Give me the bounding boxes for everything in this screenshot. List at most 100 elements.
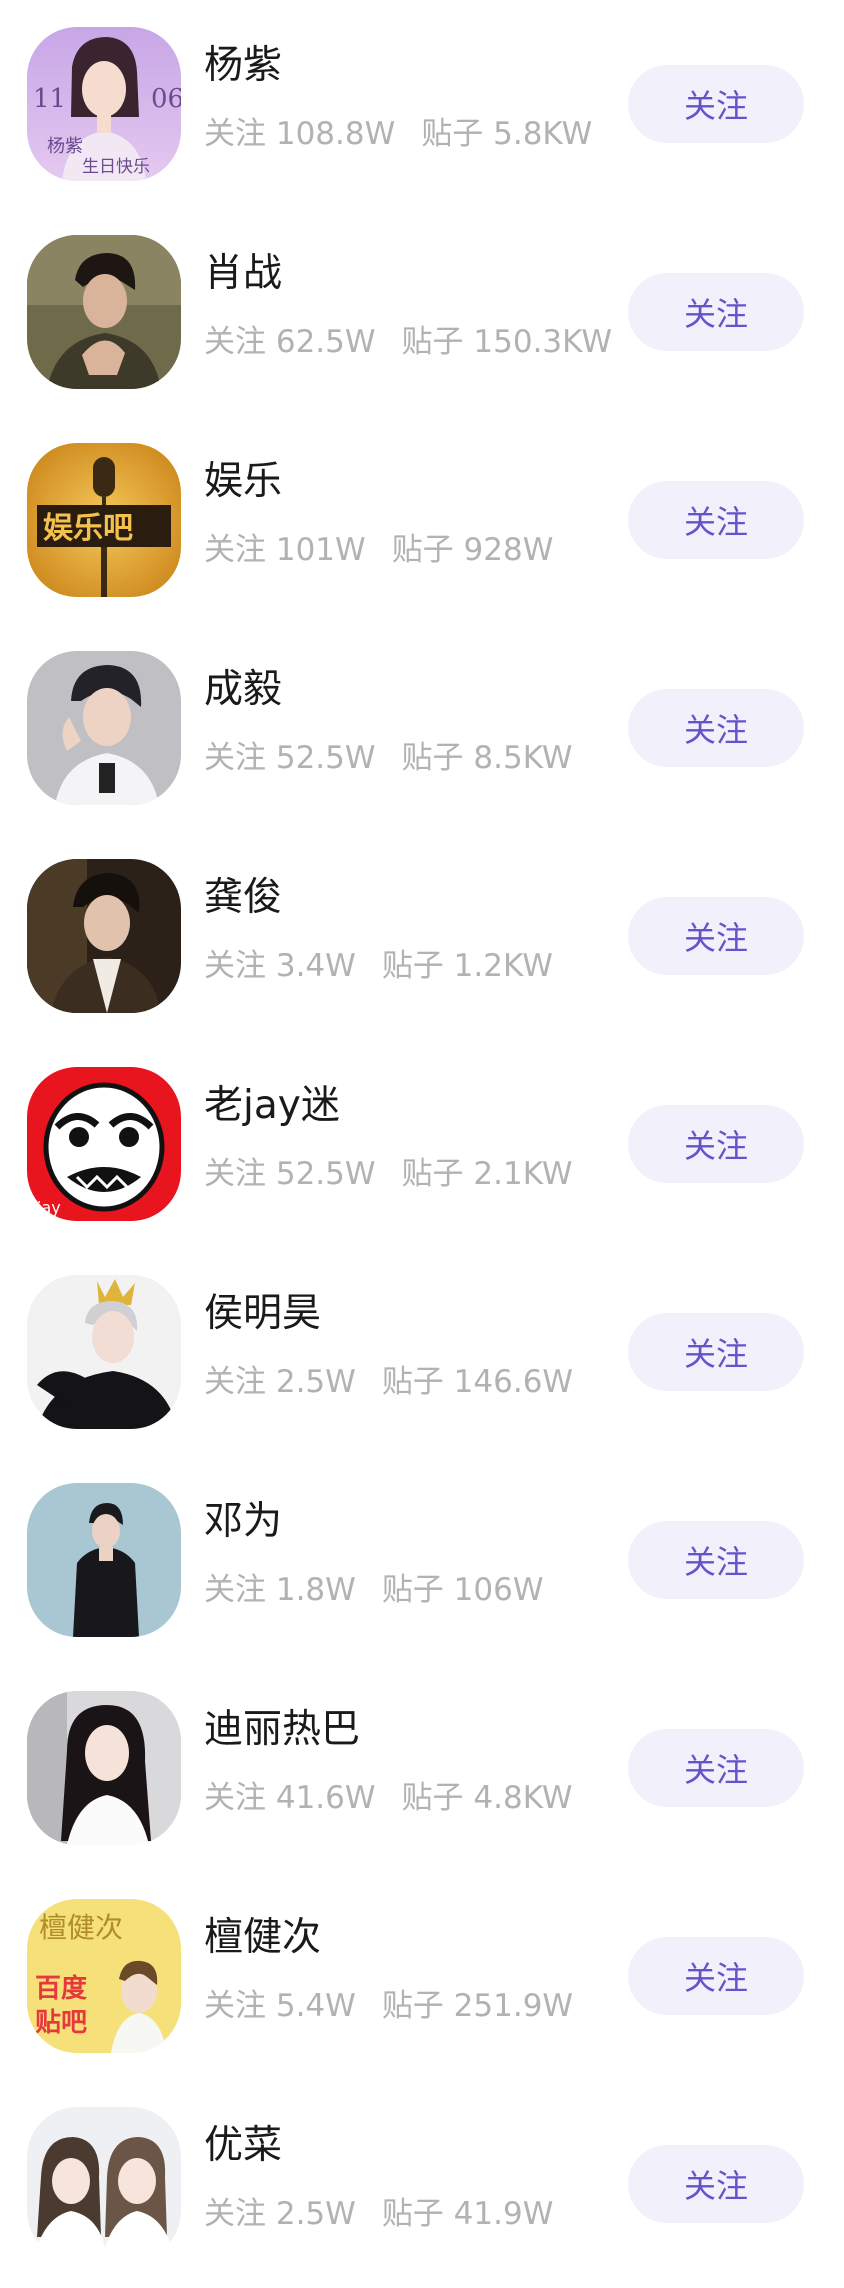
followers-count: 52.5W: [275, 1156, 376, 1192]
forum-list: 11 06 杨紫 生日快乐 杨紫 关注 108.8W 贴子 5.8KW 关注 肖…: [0, 0, 844, 2288]
forum-row[interactable]: jay 老jay迷 关注 52.5W 贴子 2.1KW 关注: [0, 1040, 844, 1248]
posts-label: 贴子: [401, 740, 464, 776]
forum-avatar[interactable]: [27, 859, 181, 1013]
svg-text:杨紫: 杨紫: [47, 136, 83, 157]
forum-row[interactable]: 侯明昊 关注 2.5W 贴子 146.6W 关注: [0, 1248, 844, 1456]
forum-stats: 关注 41.6W 贴子 4.8KW: [204, 1783, 573, 1814]
posts-label: 贴子: [381, 1988, 444, 2024]
forum-stats: 关注 3.4W 贴子 1.2KW: [204, 951, 553, 982]
svg-text:生日快乐: 生日快乐: [82, 157, 150, 177]
forum-avatar[interactable]: 檀健次 百度 贴吧: [27, 1899, 181, 2053]
posts-label: 贴子: [381, 1364, 444, 1400]
posts-count: 106W: [453, 1572, 544, 1608]
forum-avatar[interactable]: [27, 651, 181, 805]
forum-stats: 关注 52.5W 贴子 8.5KW: [204, 743, 573, 774]
forum-name[interactable]: 杨紫: [204, 46, 282, 85]
posts-count: 251.9W: [453, 1988, 574, 2024]
posts-count: 4.8KW: [473, 1780, 573, 1816]
posts-label: 贴子: [381, 2196, 444, 2232]
forum-row[interactable]: 娱乐吧 娱乐 关注 101W 贴子 928W 关注: [0, 416, 844, 624]
follow-button[interactable]: 关注: [628, 1729, 804, 1807]
followers-count: 2.5W: [275, 1364, 356, 1400]
follow-button[interactable]: 关注: [628, 1313, 804, 1391]
posts-count: 928W: [463, 532, 554, 568]
follow-button[interactable]: 关注: [628, 689, 804, 767]
forum-row[interactable]: 龚俊 关注 3.4W 贴子 1.2KW 关注: [0, 832, 844, 1040]
forum-row[interactable]: 优菜 关注 2.5W 贴子 41.9W 关注: [0, 2080, 844, 2288]
followers-count: 3.4W: [275, 948, 356, 984]
forum-stats: 关注 2.5W 贴子 41.9W: [204, 2199, 553, 2230]
follow-button[interactable]: 关注: [628, 897, 804, 975]
follow-button[interactable]: 关注: [628, 481, 804, 559]
svg-text:百度: 百度: [35, 1973, 87, 2004]
followers-label: 关注: [204, 2196, 266, 2232]
forum-row[interactable]: 11 06 杨紫 生日快乐 杨紫 关注 108.8W 贴子 5.8KW 关注: [0, 0, 844, 208]
forum-name[interactable]: 侯明昊: [204, 1294, 321, 1333]
svg-text:檀健次: 檀健次: [39, 1911, 123, 1944]
follow-button[interactable]: 关注: [628, 1105, 804, 1183]
posts-label: 贴子: [381, 948, 444, 984]
forum-name[interactable]: 檀健次: [204, 1918, 321, 1957]
forum-row[interactable]: 邓为 关注 1.8W 贴子 106W 关注: [0, 1456, 844, 1664]
follow-button[interactable]: 关注: [628, 65, 804, 143]
forum-stats: 关注 5.4W 贴子 251.9W: [204, 1991, 573, 2022]
forum-avatar[interactable]: 11 06 杨紫 生日快乐: [27, 27, 181, 181]
follow-button[interactable]: 关注: [628, 273, 804, 351]
follow-button[interactable]: 关注: [628, 1521, 804, 1599]
posts-count: 2.1KW: [473, 1156, 573, 1192]
forum-avatar[interactable]: [27, 1691, 181, 1845]
forum-name[interactable]: 优菜: [204, 2126, 282, 2165]
forum-avatar[interactable]: [27, 235, 181, 389]
forum-avatar[interactable]: [27, 2107, 181, 2261]
forum-avatar[interactable]: 娱乐吧: [27, 443, 181, 597]
followers-label: 关注: [204, 948, 266, 984]
forum-row[interactable]: 檀健次 百度 贴吧 檀健次 关注 5.4W 贴子 251.9W 关注: [0, 1872, 844, 2080]
forum-row[interactable]: 肖战 关注 62.5W 贴子 150.3KW 关注: [0, 208, 844, 416]
followers-count: 41.6W: [275, 1780, 376, 1816]
followers-count: 52.5W: [275, 740, 376, 776]
forum-row[interactable]: 迪丽热巴 关注 41.6W 贴子 4.8KW 关注: [0, 1664, 844, 1872]
follow-button[interactable]: 关注: [628, 1937, 804, 2015]
posts-count: 5.8KW: [493, 116, 593, 152]
forum-name[interactable]: 迪丽热巴: [204, 1710, 360, 1749]
followers-label: 关注: [204, 1156, 266, 1192]
posts-label: 贴子: [421, 116, 484, 152]
forum-stats: 关注 1.8W 贴子 106W: [204, 1575, 544, 1606]
forum-avatar[interactable]: [27, 1483, 181, 1637]
followers-label: 关注: [204, 324, 266, 360]
forum-name[interactable]: 成毅: [204, 670, 282, 709]
followers-label: 关注: [204, 1572, 266, 1608]
forum-name[interactable]: 老jay迷: [204, 1086, 340, 1125]
followers-label: 关注: [204, 116, 266, 152]
svg-text:jay: jay: [36, 1198, 61, 1217]
follow-button[interactable]: 关注: [628, 2145, 804, 2223]
forum-avatar[interactable]: jay: [27, 1067, 181, 1221]
followers-count: 5.4W: [275, 1988, 356, 2024]
followers-label: 关注: [204, 740, 266, 776]
svg-text:11: 11: [33, 84, 66, 114]
posts-label: 贴子: [381, 1572, 444, 1608]
forum-stats: 关注 101W 贴子 928W: [204, 535, 553, 566]
followers-count: 2.5W: [275, 2196, 356, 2232]
followers-label: 关注: [204, 1364, 266, 1400]
posts-label: 贴子: [391, 532, 454, 568]
posts-label: 贴子: [401, 324, 464, 360]
followers-label: 关注: [204, 1988, 266, 2024]
posts-count: 8.5KW: [473, 740, 573, 776]
forum-name[interactable]: 娱乐: [204, 462, 282, 501]
forum-avatar[interactable]: [27, 1275, 181, 1429]
forum-name[interactable]: 肖战: [204, 254, 282, 293]
svg-text:贴吧: 贴吧: [35, 2008, 87, 2038]
forum-name[interactable]: 邓为: [204, 1502, 282, 1541]
forum-name[interactable]: 龚俊: [204, 878, 282, 917]
followers-count: 1.8W: [275, 1572, 356, 1608]
posts-count: 41.9W: [453, 2196, 554, 2232]
forum-stats: 关注 62.5W 贴子 150.3KW: [204, 327, 612, 358]
forum-row[interactable]: 成毅 关注 52.5W 贴子 8.5KW 关注: [0, 624, 844, 832]
posts-label: 贴子: [401, 1780, 464, 1816]
forum-stats: 关注 108.8W 贴子 5.8KW: [204, 119, 592, 150]
svg-text:娱乐吧: 娱乐吧: [43, 511, 133, 546]
followers-label: 关注: [204, 532, 266, 568]
followers-count: 101W: [275, 532, 366, 568]
posts-count: 1.2KW: [453, 948, 553, 984]
